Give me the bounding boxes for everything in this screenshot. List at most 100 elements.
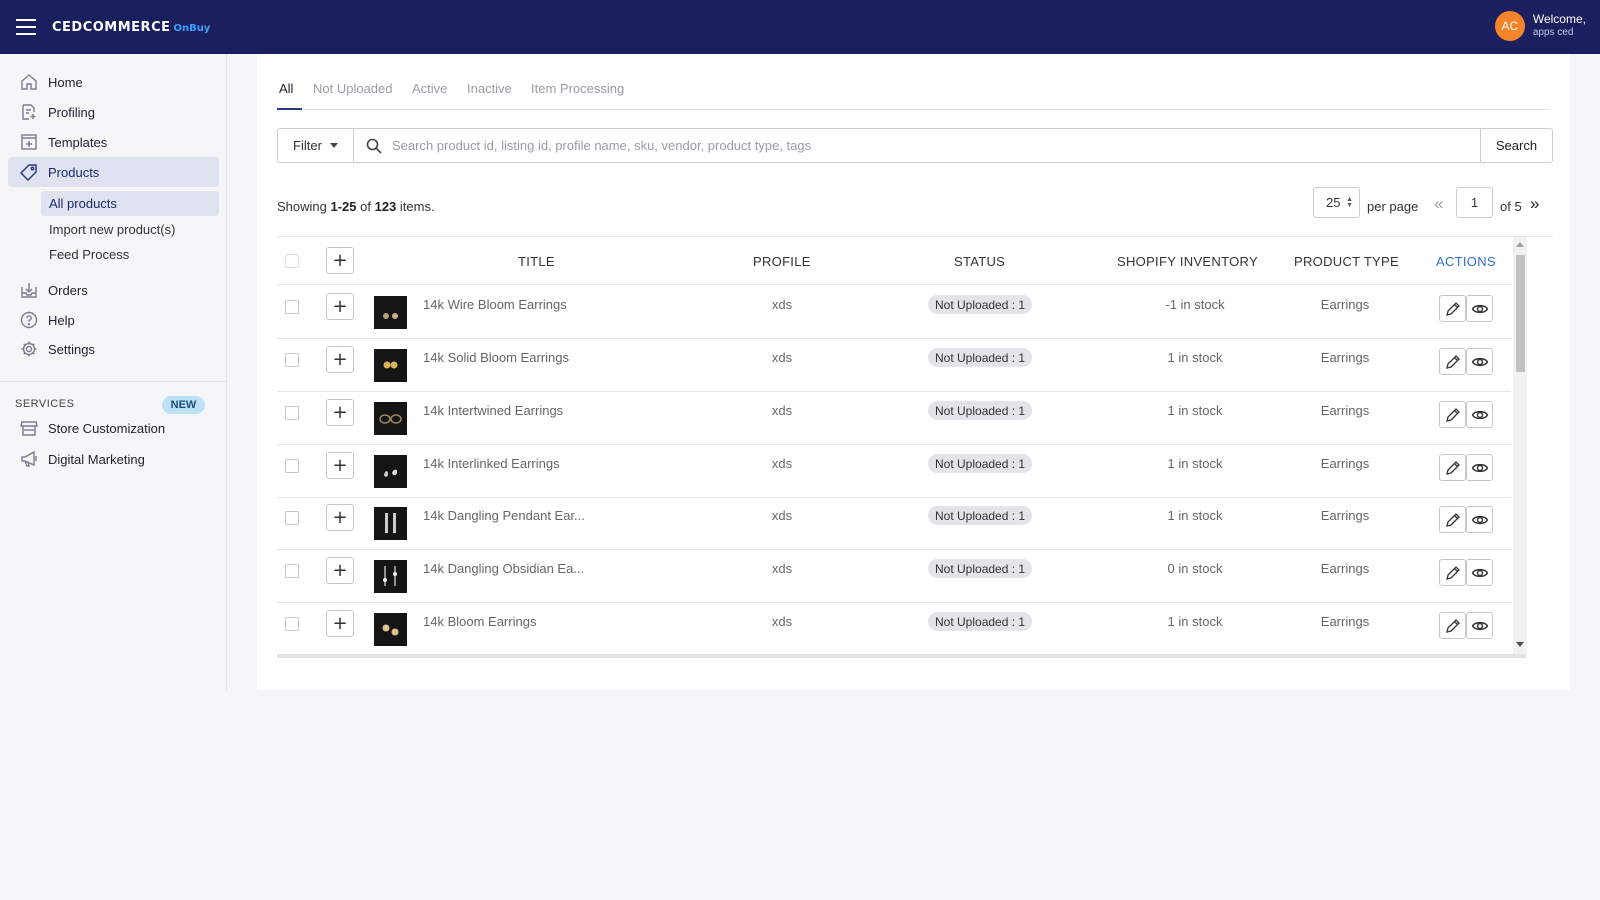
product-title[interactable]: 14k Solid Bloom Earrings xyxy=(423,350,569,365)
product-thumbnail xyxy=(374,613,407,646)
product-inventory: -1 in stock xyxy=(1165,297,1225,312)
edit-button[interactable] xyxy=(1439,612,1466,639)
view-button[interactable] xyxy=(1466,559,1493,586)
product-type: Earrings xyxy=(1320,456,1370,471)
row-checkbox[interactable] xyxy=(285,459,299,473)
edit-button[interactable] xyxy=(1439,401,1466,428)
avatar[interactable]: AC xyxy=(1494,11,1525,41)
sidebar-divider xyxy=(0,381,227,382)
header-inventory[interactable]: SHOPIFY INVENTORY xyxy=(1117,254,1258,269)
row-checkbox[interactable] xyxy=(285,564,299,578)
view-button[interactable] xyxy=(1466,295,1493,322)
product-inventory: 1 in stock xyxy=(1167,403,1223,418)
prev-page-icon[interactable]: « xyxy=(1434,194,1443,214)
sidebar-item-help[interactable]: Help xyxy=(8,305,219,335)
menu-icon[interactable] xyxy=(0,0,52,54)
product-title[interactable]: 14k Intertwined Earrings xyxy=(423,403,563,418)
edit-button[interactable] xyxy=(1439,454,1466,481)
edit-button[interactable] xyxy=(1439,559,1466,586)
tab-item-processing[interactable]: Item Processing xyxy=(531,81,624,96)
product-inventory: 1 in stock xyxy=(1167,350,1223,365)
table-scrollbar[interactable] xyxy=(1513,237,1527,654)
product-title[interactable]: 14k Wire Bloom Earrings xyxy=(423,297,567,312)
results-summary: Showing 1-25 of 123 items. xyxy=(277,199,435,214)
sidebar-item-digital-marketing[interactable]: Digital Marketing xyxy=(8,444,219,474)
sidebar-item-products[interactable]: Products xyxy=(8,157,219,187)
row-checkbox[interactable] xyxy=(285,511,299,525)
tab-all[interactable]: All xyxy=(279,81,293,96)
expand-row-button[interactable]: + xyxy=(326,557,354,584)
sidebar-item-orders[interactable]: Orders xyxy=(8,275,219,305)
expand-row-button[interactable]: + xyxy=(326,346,354,373)
expand-row-button[interactable]: + xyxy=(326,399,354,426)
view-button[interactable] xyxy=(1466,506,1493,533)
select-all-checkbox[interactable] xyxy=(285,254,299,268)
sidebar-subitem-import-products[interactable]: Import new product(s) xyxy=(41,217,219,242)
pencil-icon xyxy=(1445,618,1460,633)
tab-not-uploaded[interactable]: Not Uploaded xyxy=(313,81,393,96)
row-checkbox[interactable] xyxy=(285,300,299,314)
scroll-down-arrow-icon[interactable] xyxy=(1516,642,1524,647)
filter-button[interactable]: Filter xyxy=(277,128,354,163)
row-checkbox[interactable] xyxy=(285,353,299,367)
user-menu[interactable]: AC Welcome, apps ced xyxy=(1494,11,1586,41)
row-checkbox[interactable] xyxy=(285,406,299,420)
expand-row-button[interactable]: + xyxy=(326,610,354,637)
sidebar-subitem-feed-process[interactable]: Feed Process xyxy=(41,242,219,267)
edit-button[interactable] xyxy=(1439,295,1466,322)
top-header: CEDCOMMERCE OnBuy AC Welcome, apps ced xyxy=(0,0,1600,54)
edit-button[interactable] xyxy=(1439,506,1466,533)
next-page-icon[interactable]: » xyxy=(1530,194,1539,214)
sidebar-item-label: Templates xyxy=(48,134,108,150)
sidebar-item-label: Orders xyxy=(48,282,88,298)
search-box xyxy=(353,128,1481,163)
tab-inactive[interactable]: Inactive xyxy=(467,81,512,96)
tab-active[interactable]: Active xyxy=(412,81,447,96)
brand-logo[interactable]: CEDCOMMERCE OnBuy xyxy=(52,20,210,35)
product-title[interactable]: 14k Dangling Pendant Ear... xyxy=(423,508,585,523)
view-button[interactable] xyxy=(1466,454,1493,481)
product-type: Earrings xyxy=(1320,561,1370,576)
table-header: + TITLE PROFILE STATUS SHOPIFY INVENTORY… xyxy=(277,237,1511,285)
row-checkbox[interactable] xyxy=(285,617,299,631)
sidebar-item-label: Settings xyxy=(48,341,95,357)
header-profile[interactable]: PROFILE xyxy=(753,254,811,269)
header-title[interactable]: TITLE xyxy=(518,254,555,269)
sidebar-item-profiling[interactable]: Profiling xyxy=(8,97,219,127)
edit-button[interactable] xyxy=(1439,348,1466,375)
search-button[interactable]: Search xyxy=(1480,128,1553,163)
sidebar-item-templates[interactable]: Templates xyxy=(8,127,219,157)
horizontal-scrollbar[interactable] xyxy=(277,654,1526,658)
product-type: Earrings xyxy=(1320,350,1370,365)
store-icon xyxy=(8,419,42,437)
view-button[interactable] xyxy=(1466,612,1493,639)
sidebar-subitem-all-products[interactable]: All products xyxy=(41,191,219,216)
expand-row-button[interactable]: + xyxy=(326,293,354,320)
product-title[interactable]: 14k Interlinked Earrings xyxy=(423,456,560,471)
header-status[interactable]: STATUS xyxy=(954,254,1005,269)
product-title[interactable]: 14k Dangling Obsidian Ea... xyxy=(423,561,584,576)
sidebar-item-home[interactable]: Home xyxy=(8,67,219,97)
product-profile: xds xyxy=(771,297,793,312)
sidebar-item-settings[interactable]: Settings xyxy=(8,334,219,364)
view-button[interactable] xyxy=(1466,401,1493,428)
expand-all-button[interactable]: + xyxy=(326,247,354,274)
templates-icon xyxy=(8,133,42,151)
per-page-select[interactable]: 25 ▲ ▼ xyxy=(1313,187,1360,218)
expand-row-button[interactable]: + xyxy=(326,452,354,479)
page-number-input[interactable] xyxy=(1456,187,1493,218)
product-title[interactable]: 14k Bloom Earrings xyxy=(423,614,536,629)
scroll-up-arrow-icon[interactable] xyxy=(1516,242,1524,247)
expand-row-button[interactable]: + xyxy=(326,504,354,531)
product-profile: xds xyxy=(771,350,793,365)
eye-icon xyxy=(1471,463,1488,472)
sidebar-item-label: Store Customization xyxy=(48,420,166,436)
sidebar-item-store-customization[interactable]: Store Customization xyxy=(8,413,219,443)
welcome-text: Welcome, apps ced xyxy=(1533,12,1586,40)
search-input[interactable] xyxy=(392,138,1462,153)
sidebar-item-label: Digital Marketing xyxy=(48,451,145,467)
scrollbar-thumb[interactable] xyxy=(1516,255,1525,372)
view-button[interactable] xyxy=(1466,348,1493,375)
header-product-type[interactable]: PRODUCT TYPE xyxy=(1294,254,1399,269)
table-row: + 14k Interlinked Earrings xds Not Uploa… xyxy=(277,445,1511,498)
